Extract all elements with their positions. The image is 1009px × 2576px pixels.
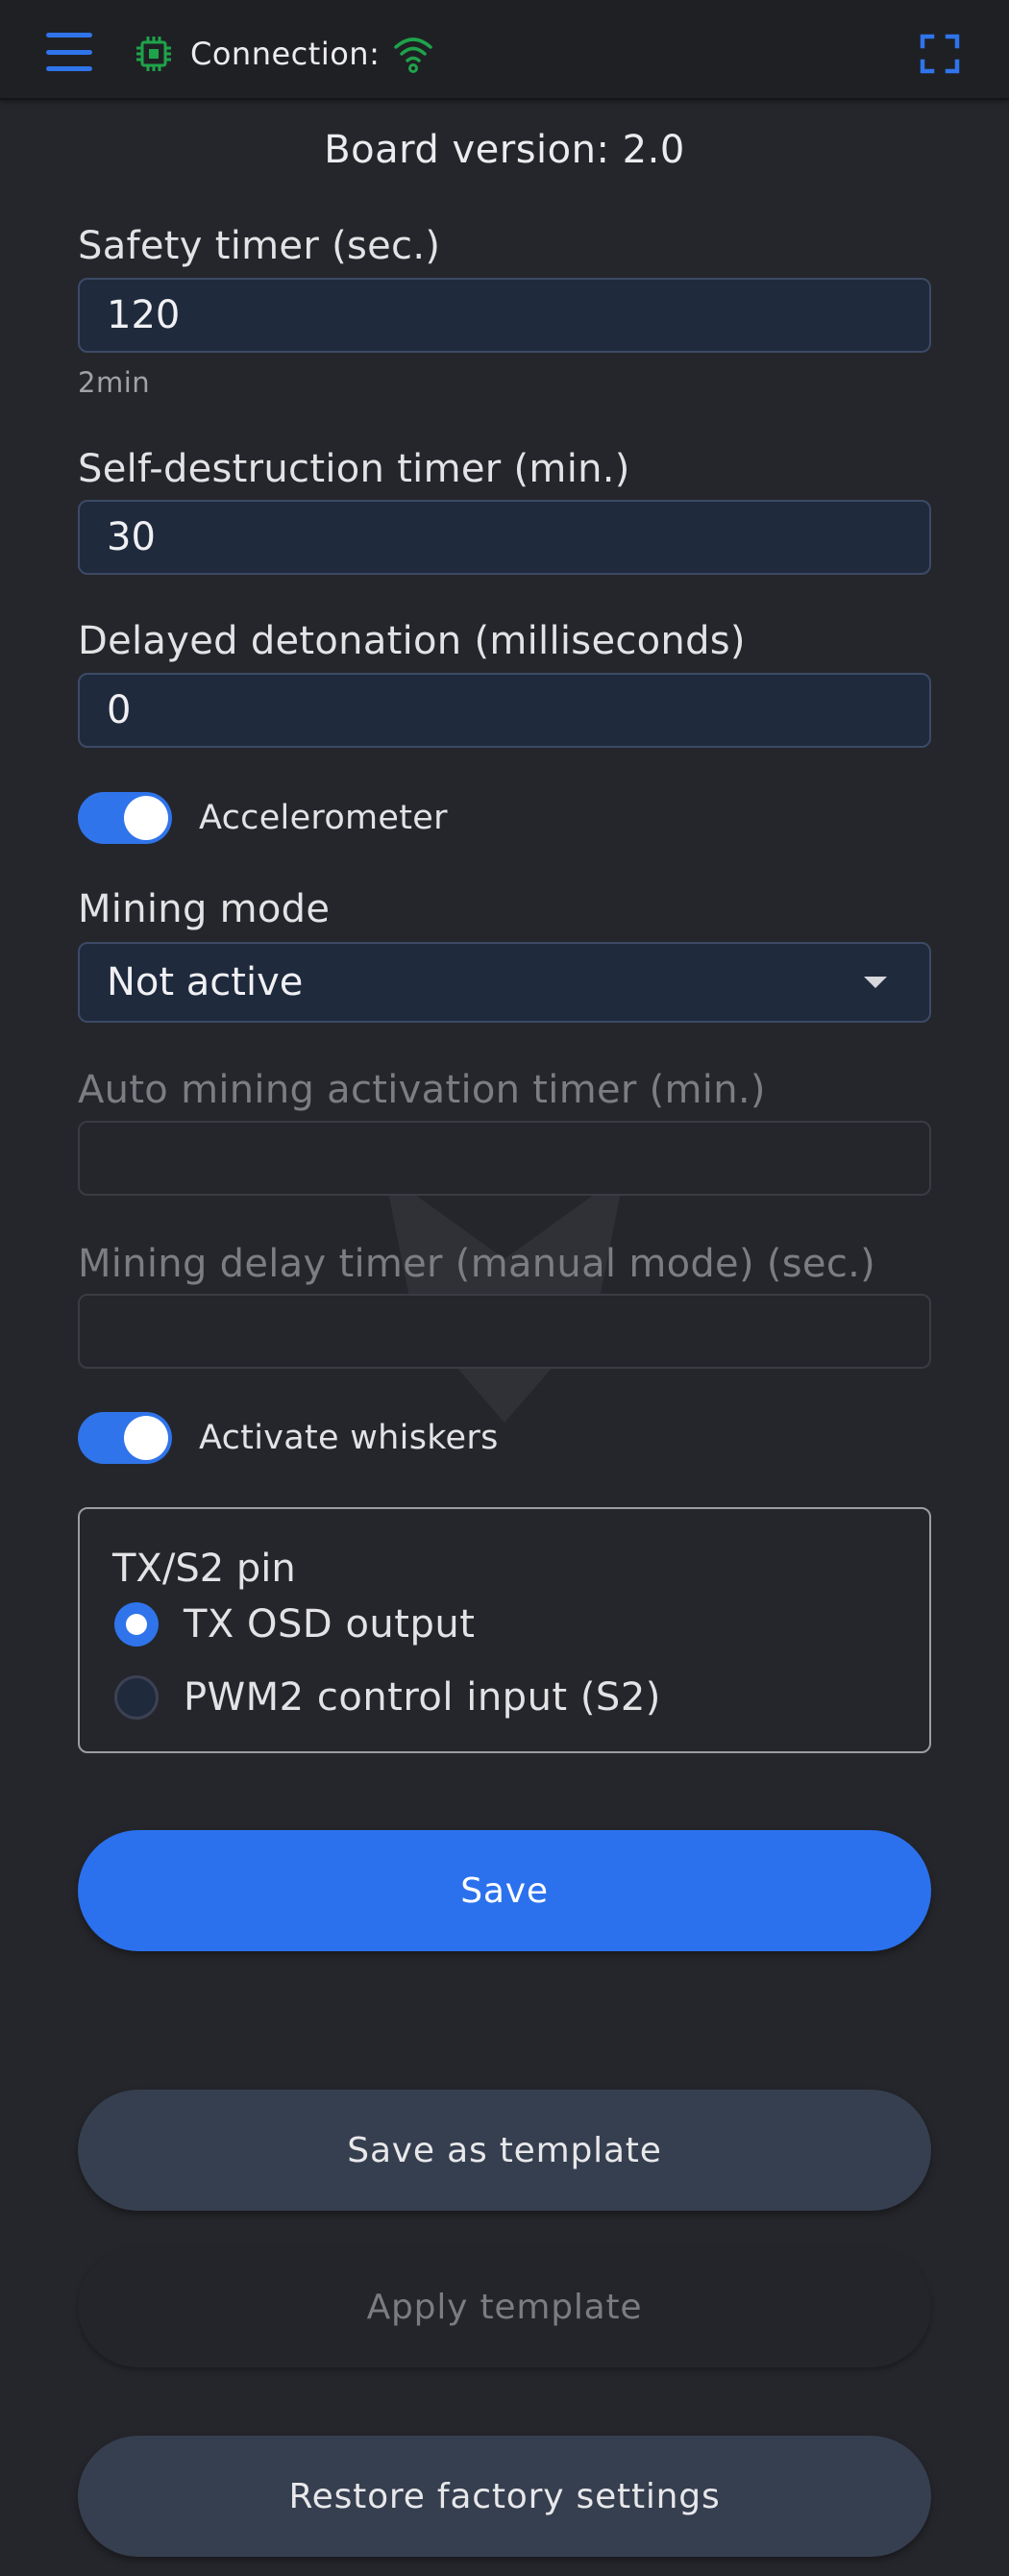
radio-label: PWM2 control input (S2) bbox=[184, 1675, 661, 1720]
save-button[interactable]: Save bbox=[78, 1830, 931, 1951]
tx-s2-pin-legend: TX/S2 pin bbox=[112, 1547, 296, 1591]
self-destruction-timer-label: Self-destruction timer (min.) bbox=[78, 447, 630, 491]
hamburger-menu-icon[interactable] bbox=[46, 33, 92, 71]
accelerometer-label: Accelerometer bbox=[199, 799, 448, 837]
radio-option-tx-osd[interactable]: TX OSD output bbox=[114, 1598, 475, 1651]
save-as-template-button[interactable]: Save as template bbox=[78, 2090, 931, 2211]
toggle-knob bbox=[124, 796, 168, 840]
auto-mining-timer-label: Auto mining activation timer (min.) bbox=[78, 1068, 766, 1112]
wifi-icon bbox=[394, 37, 432, 73]
accelerometer-toggle[interactable] bbox=[78, 792, 172, 844]
radio-label: TX OSD output bbox=[184, 1602, 476, 1647]
apply-template-button: Apply template bbox=[78, 2246, 931, 2367]
fullscreen-icon[interactable] bbox=[919, 33, 961, 75]
safety-timer-label: Safety timer (sec.) bbox=[78, 224, 441, 268]
toggle-knob bbox=[124, 1416, 168, 1460]
mining-delay-timer-input bbox=[78, 1294, 931, 1369]
whiskers-toggle-row: Activate whiskers bbox=[78, 1411, 499, 1465]
auto-mining-timer-input bbox=[78, 1121, 931, 1196]
mining-mode-label: Mining mode bbox=[78, 887, 331, 931]
top-bar: Connection: bbox=[0, 0, 1009, 100]
caret-down-icon bbox=[864, 977, 887, 988]
radio-option-pwm2[interactable]: PWM2 control input (S2) bbox=[114, 1671, 661, 1724]
safety-timer-input[interactable] bbox=[78, 278, 931, 353]
delayed-detonation-label: Delayed detonation (milliseconds) bbox=[78, 619, 746, 663]
restore-factory-settings-button[interactable]: Restore factory settings bbox=[78, 2436, 931, 2557]
mining-delay-timer-label: Mining delay timer (manual mode) (sec.) bbox=[78, 1242, 876, 1286]
accelerometer-toggle-row: Accelerometer bbox=[78, 791, 448, 845]
mining-mode-select[interactable]: Not active bbox=[78, 942, 931, 1023]
chip-icon bbox=[136, 37, 171, 71]
whiskers-toggle[interactable] bbox=[78, 1412, 172, 1464]
tx-s2-pin-fieldset: TX/S2 pin TX OSD output PWM2 control inp… bbox=[78, 1507, 931, 1753]
mining-mode-value: Not active bbox=[107, 960, 304, 1004]
board-version: Board version: 2.0 bbox=[324, 128, 685, 172]
whiskers-label: Activate whiskers bbox=[199, 1419, 499, 1457]
connection-label: Connection: bbox=[190, 36, 381, 72]
radio-unselected-icon[interactable] bbox=[114, 1675, 159, 1720]
safety-timer-hint: 2min bbox=[78, 366, 151, 399]
radio-selected-icon[interactable] bbox=[114, 1602, 159, 1647]
delayed-detonation-input[interactable] bbox=[78, 673, 931, 748]
self-destruction-timer-input[interactable] bbox=[78, 500, 931, 575]
